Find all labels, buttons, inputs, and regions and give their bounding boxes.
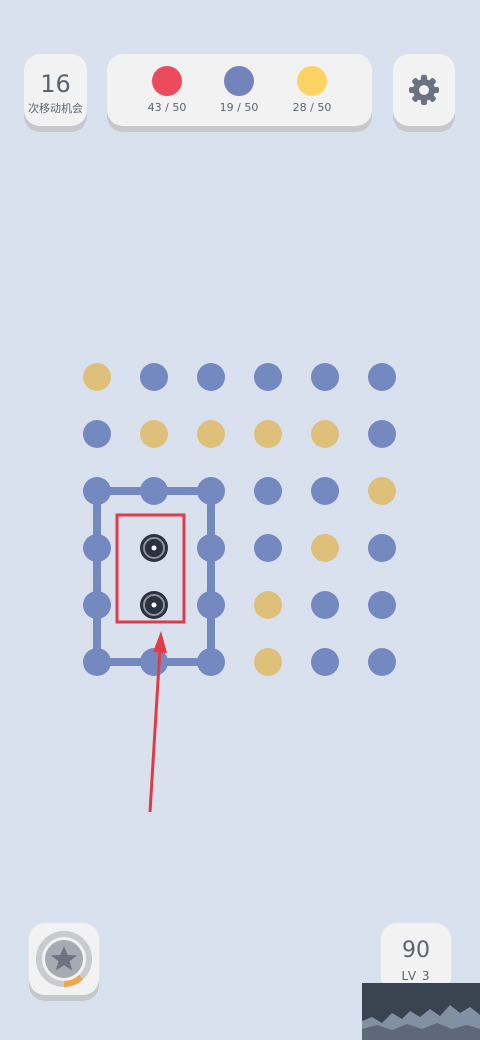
blue-dot[interactable] — [140, 477, 168, 505]
anchor-dot[interactable] — [140, 534, 168, 562]
blue-dot[interactable] — [83, 477, 111, 505]
blue-dot[interactable] — [368, 591, 396, 619]
blue-dot[interactable] — [311, 363, 339, 391]
blue-dot[interactable] — [311, 591, 339, 619]
blue-dot[interactable] — [254, 477, 282, 505]
blue-dot[interactable] — [254, 363, 282, 391]
preview-thumbnail — [362, 983, 480, 1040]
level-label: LV 3 — [401, 969, 431, 983]
blue-dot[interactable] — [254, 534, 282, 562]
blue-dot[interactable] — [368, 534, 396, 562]
yellow-dot[interactable] — [197, 420, 225, 448]
blue-dot[interactable] — [83, 420, 111, 448]
blue-dot[interactable] — [368, 648, 396, 676]
yellow-dot[interactable] — [368, 477, 396, 505]
yellow-dot[interactable] — [254, 591, 282, 619]
blue-dot[interactable] — [197, 534, 225, 562]
yellow-dot[interactable] — [254, 648, 282, 676]
anchor-dot[interactable] — [140, 591, 168, 619]
blue-dot[interactable] — [197, 477, 225, 505]
yellow-dot[interactable] — [311, 420, 339, 448]
yellow-dot[interactable] — [83, 363, 111, 391]
yellow-dot[interactable] — [311, 534, 339, 562]
blue-dot[interactable] — [83, 534, 111, 562]
blue-dot[interactable] — [311, 477, 339, 505]
blue-dot[interactable] — [368, 420, 396, 448]
blue-dot[interactable] — [311, 648, 339, 676]
blue-dot[interactable] — [197, 648, 225, 676]
star-icon — [36, 931, 92, 987]
blue-dot[interactable] — [197, 363, 225, 391]
yellow-dot[interactable] — [254, 420, 282, 448]
blue-dot[interactable] — [368, 363, 396, 391]
yellow-dot[interactable] — [140, 420, 168, 448]
blue-dot[interactable] — [140, 363, 168, 391]
arrow-head — [153, 631, 167, 653]
blue-dot[interactable] — [83, 591, 111, 619]
blue-dot[interactable] — [197, 591, 225, 619]
blue-dot[interactable] — [83, 648, 111, 676]
game-board[interactable] — [0, 0, 480, 1040]
score-value: 90 — [402, 938, 430, 963]
connection-loop — [93, 487, 215, 666]
powerup-button[interactable] — [29, 923, 99, 995]
